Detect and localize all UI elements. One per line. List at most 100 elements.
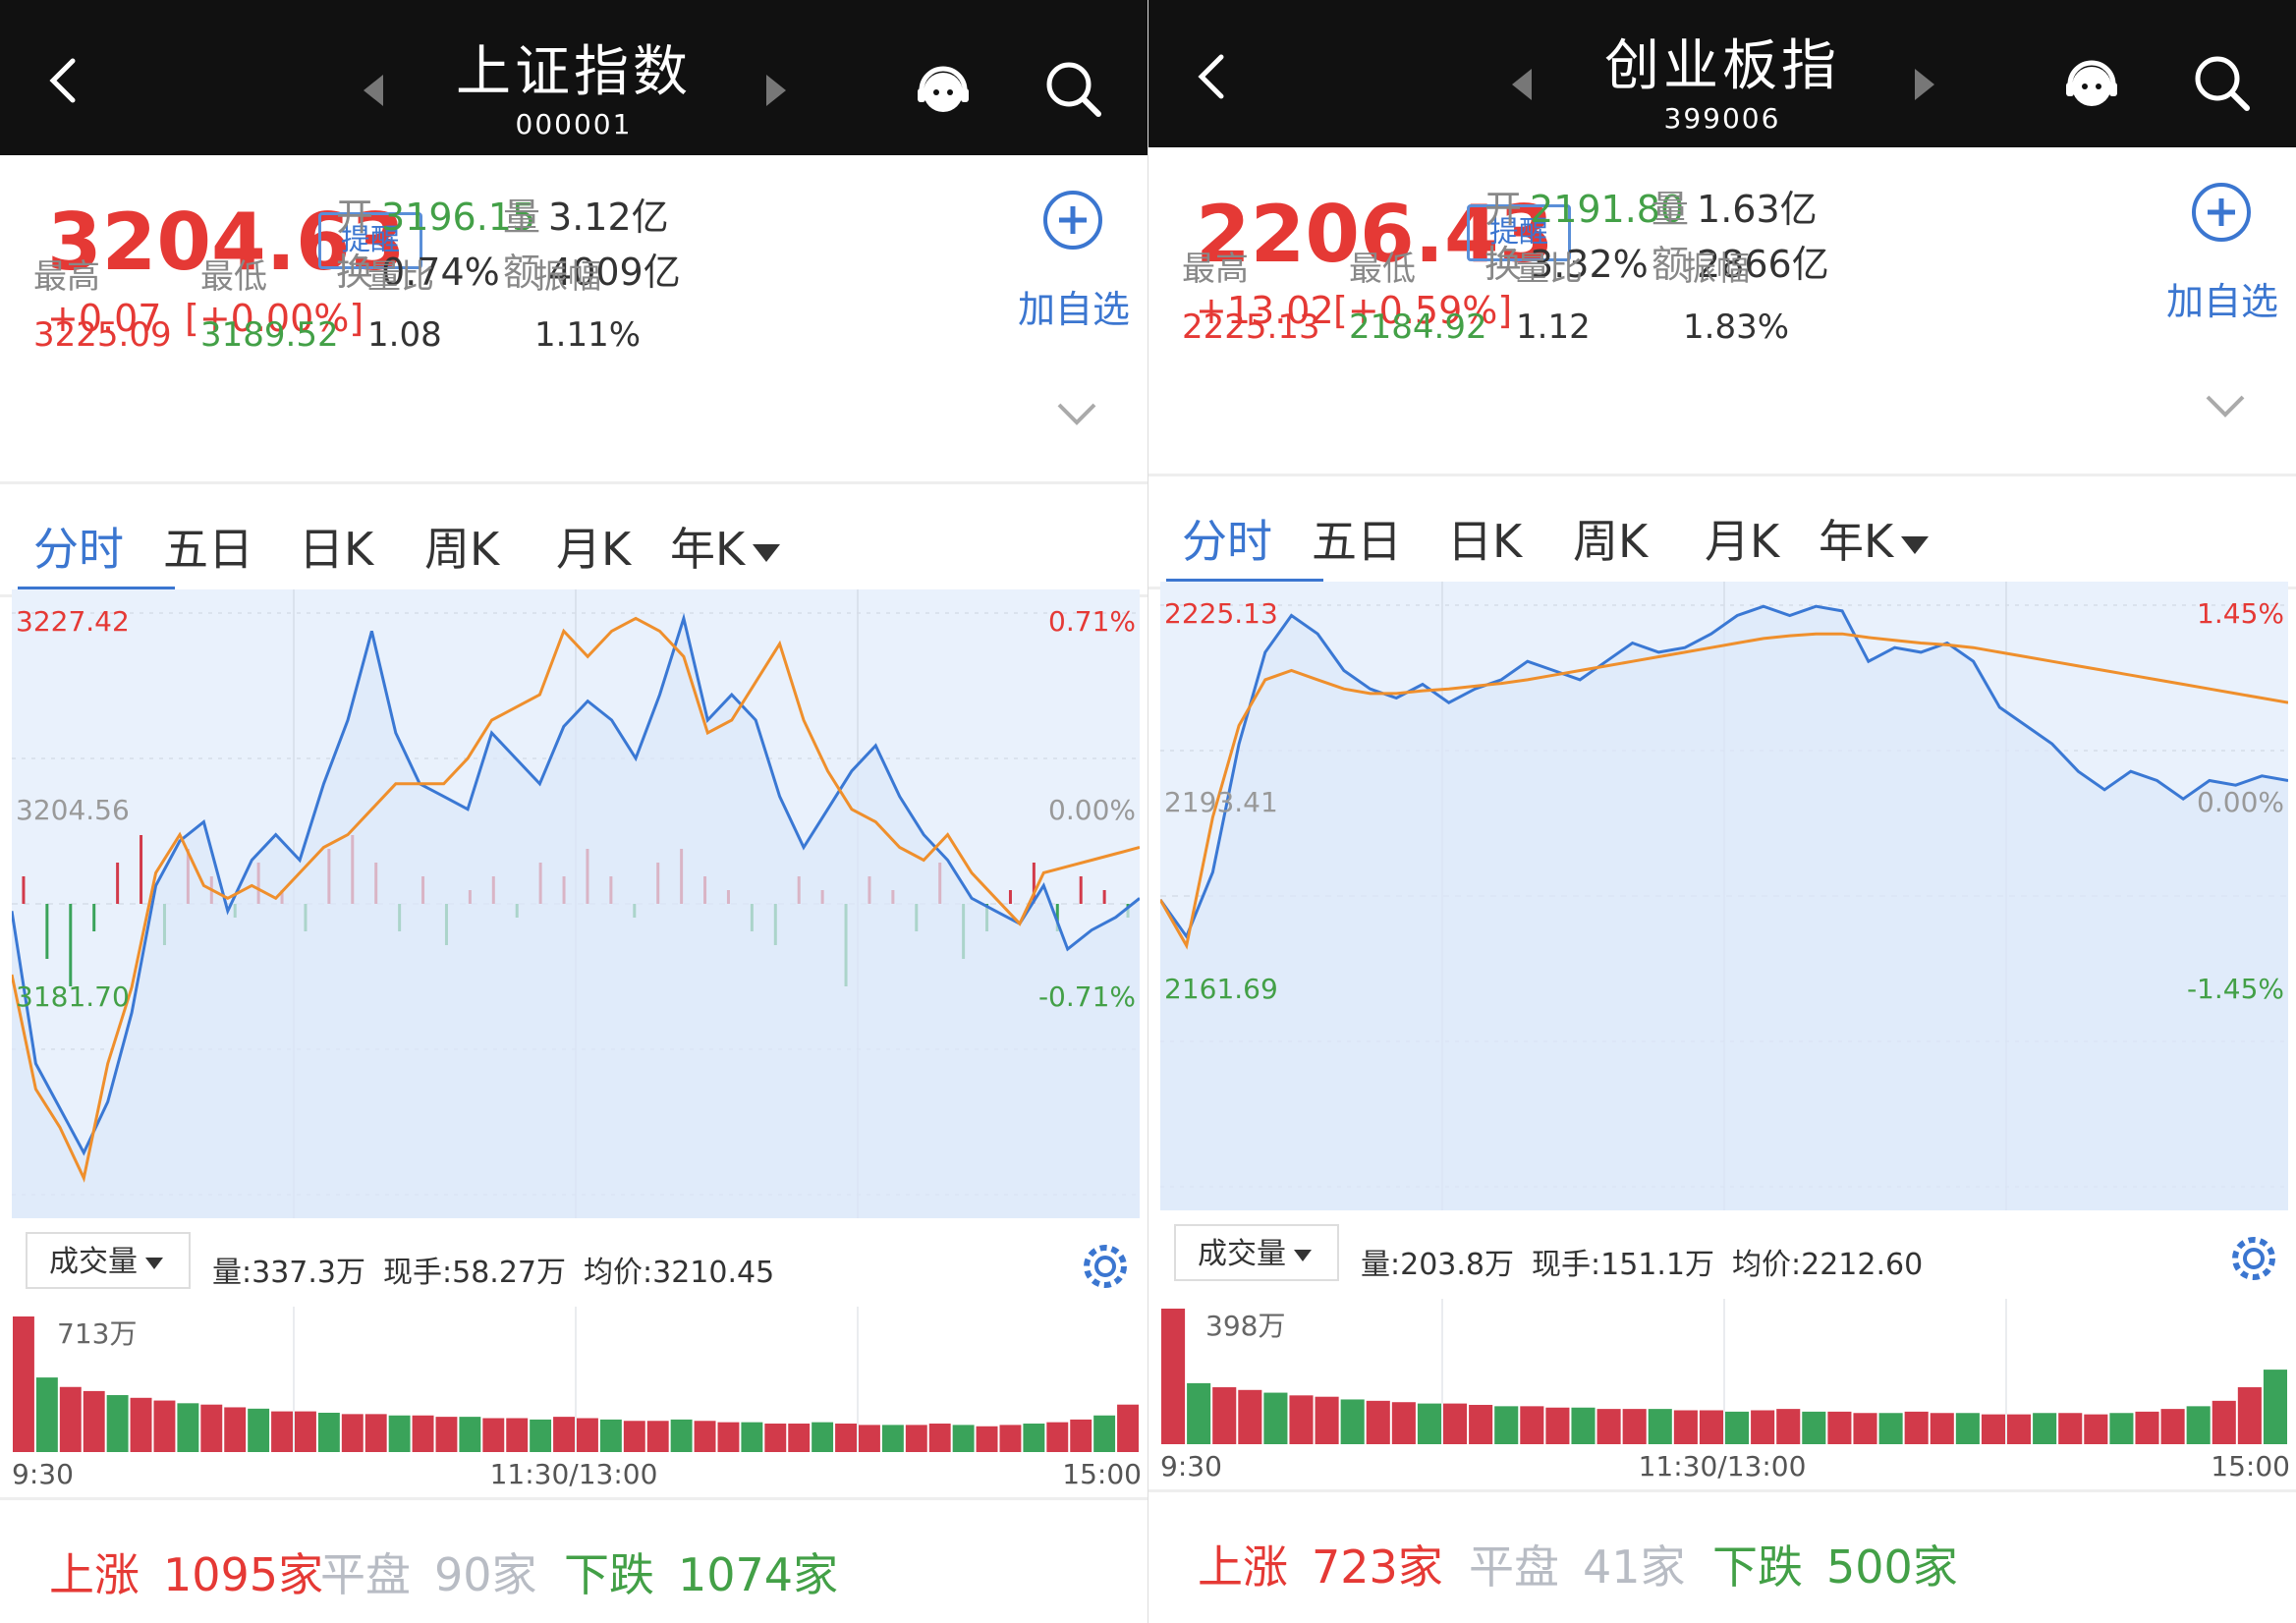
index-code: 000001 <box>515 108 633 140</box>
volume-value: 3.12亿 <box>548 196 669 239</box>
low-value: 3189.52 <box>200 315 339 355</box>
tab-monthly-k[interactable]: 月K <box>1705 506 1779 571</box>
y-top-label: 3227.42 <box>16 605 130 638</box>
add-watchlist-button[interactable]: 加自选 <box>1018 279 1130 333</box>
volume-bar <box>59 1386 82 1452</box>
volume-bar <box>764 1424 787 1452</box>
tab-weekly-k[interactable]: 周K <box>424 514 499 579</box>
low-label: 最低 <box>1349 250 1416 289</box>
gear-icon[interactable] <box>2227 1232 2280 1285</box>
volume-bar <box>2135 1411 2159 1444</box>
volume-bar <box>1417 1403 1441 1444</box>
tab-monthly-k[interactable]: 月K <box>556 514 631 579</box>
tab-intraday[interactable]: 分时 <box>1182 506 1272 571</box>
dropdown-caret-icon <box>753 543 781 562</box>
volume-bar <box>2007 1414 2032 1444</box>
volume-bar <box>1117 1404 1139 1452</box>
quote-summary: 3204.63 提醒 +0.07 [+0.00%] 开 3196.15 量 3.12… <box>0 157 1148 481</box>
volume-bar <box>2084 1414 2108 1444</box>
add-watchlist-icon[interactable] <box>2190 181 2253 244</box>
vol-total: 量:337.3万 <box>212 1256 365 1290</box>
indicator-select[interactable]: 成交量 <box>26 1232 191 1289</box>
gear-icon[interactable] <box>1079 1240 1132 1293</box>
chevron-down-icon[interactable] <box>1055 401 1098 428</box>
customer-service-icon[interactable] <box>2062 57 2121 112</box>
volume-bar <box>646 1421 669 1452</box>
volume-bar <box>2109 1413 2134 1444</box>
tab-five-day[interactable]: 五日 <box>1312 506 1402 571</box>
volume-bar <box>1070 1419 1092 1452</box>
add-watchlist-button[interactable]: 加自选 <box>2166 271 2278 325</box>
volume-field: 量 1.63亿 <box>1652 179 1818 233</box>
tab-yearly-k[interactable]: 年K <box>670 514 781 579</box>
volume-bar <box>999 1425 1022 1452</box>
tab-intraday[interactable]: 分时 <box>33 514 124 579</box>
volume-bar <box>224 1407 247 1452</box>
volume-bar <box>623 1421 645 1452</box>
volume-bar <box>341 1414 364 1452</box>
next-index-arrow[interactable] <box>1915 69 1934 100</box>
volume-bar <box>1046 1422 1069 1452</box>
volume-bar <box>577 1418 598 1452</box>
volume-bar <box>1469 1404 1493 1444</box>
select-caret-icon <box>145 1257 163 1269</box>
unchanged: 平盘 90家 <box>320 1539 537 1604</box>
volume-bar <box>1622 1409 1647 1444</box>
time-axis: 9:30 11:30/13:00 15:00 <box>1148 1444 2296 1483</box>
add-watchlist-icon[interactable] <box>1041 189 1104 252</box>
low-field: 最低 2184.92 <box>1349 242 1487 347</box>
volume-bar <box>1751 1410 1775 1444</box>
y-mid-label: 3204.56 <box>16 794 130 826</box>
tab-daily-k[interactable]: 日K <box>299 514 373 579</box>
volume-bar <box>976 1426 998 1452</box>
index-panel-chinext: 创业板指 399006 2206.43 提醒 +13.02 [+0.59%] 开… <box>1148 0 2296 1623</box>
tab-yearly-k-label: 年K <box>1819 515 1894 568</box>
volume-label: 量 <box>1652 188 1690 231</box>
indicator-select-label: 成交量 <box>49 1245 138 1279</box>
time-close: 15:00 <box>2211 1450 2290 1483</box>
volume-bar <box>1776 1409 1801 1444</box>
unchanged-label: 平盘 <box>1469 1540 1559 1594</box>
volume-max-label: 398万 <box>1205 1310 1286 1342</box>
header-bar: 创业板指 399006 <box>1148 0 2296 147</box>
volume-bar <box>1391 1402 1416 1444</box>
tab-yearly-k[interactable]: 年K <box>1819 506 1930 571</box>
amp-field: 振幅 1.11% <box>534 250 641 355</box>
vol-current: 现手:58.27万 <box>383 1256 566 1290</box>
search-icon[interactable] <box>2190 51 2253 114</box>
advancers: 上涨 723家 <box>1198 1532 1443 1596</box>
tab-yearly-k-label: 年K <box>670 523 746 576</box>
volume-bar <box>506 1418 529 1452</box>
advancers-count: 1095家 <box>163 1548 324 1601</box>
tab-weekly-k[interactable]: 周K <box>1573 506 1648 571</box>
volume-bar <box>2058 1413 2083 1444</box>
amp-label: 振幅 <box>1683 250 1750 289</box>
volume-bar <box>1878 1413 1903 1444</box>
chevron-down-icon[interactable] <box>2204 393 2247 420</box>
volume-bar <box>881 1425 904 1452</box>
volume-bar <box>317 1412 340 1452</box>
volume-value: 1.63亿 <box>1697 188 1818 231</box>
volume-bar <box>200 1404 223 1452</box>
customer-service-icon[interactable] <box>914 63 973 118</box>
search-icon[interactable] <box>1041 57 1104 120</box>
intraday-chart[interactable]: 3227.42 3204.56 3181.70 0.71% 0.00% -0.7… <box>12 589 1140 1218</box>
volume-bar <box>2160 1409 2185 1444</box>
intraday-chart[interactable]: 2225.13 2193.41 2161.69 1.45% 0.00% -1.4… <box>1160 582 2288 1210</box>
next-index-arrow[interactable] <box>766 75 786 106</box>
pct-mid-label: 0.00% <box>2197 786 2284 818</box>
indicator-select[interactable]: 成交量 <box>1174 1224 1339 1281</box>
screenshot-root: 上证指数 000001 3204.63 提醒 +0.07 [+0.00%] 开3… <box>0 0 2296 1623</box>
open-label: 开 <box>336 196 374 239</box>
dropdown-caret-icon <box>1901 535 1930 554</box>
price-area <box>1160 606 2288 1210</box>
volume-bar <box>1289 1395 1314 1444</box>
high-label: 最高 <box>1182 250 1249 289</box>
volume-bar <box>1827 1411 1852 1444</box>
y-mid-label: 2193.41 <box>1164 786 1278 818</box>
volume-chart-svg <box>1161 1299 2287 1444</box>
tab-five-day[interactable]: 五日 <box>163 514 253 579</box>
vol-avg-price: 均价:3210.45 <box>584 1256 775 1290</box>
tab-daily-k[interactable]: 日K <box>1447 506 1522 571</box>
volume-bar <box>1023 1424 1045 1452</box>
